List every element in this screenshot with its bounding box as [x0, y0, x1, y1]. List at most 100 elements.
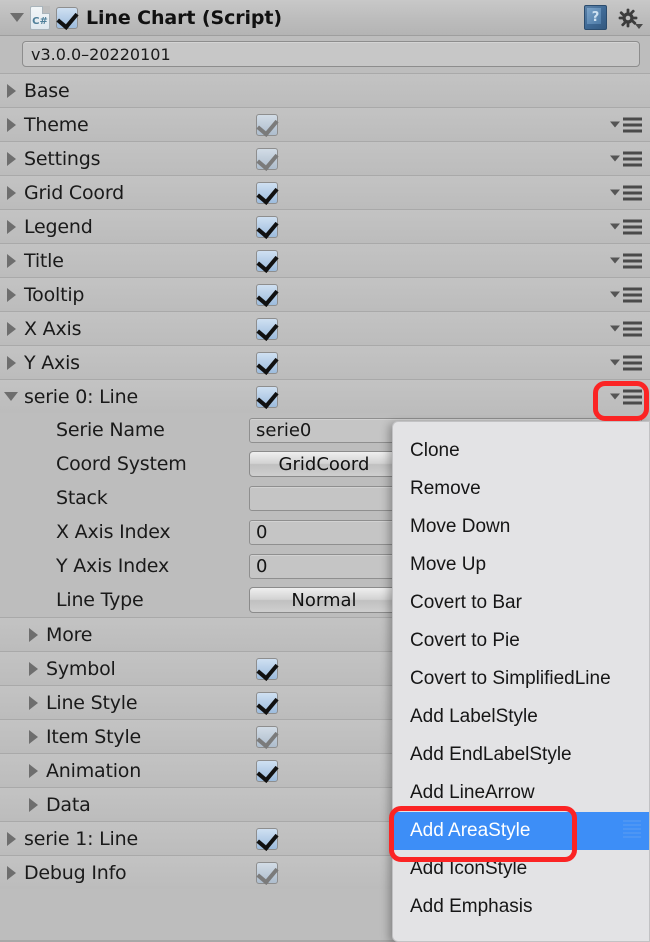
triangle-right-icon[interactable]: [6, 185, 16, 200]
menu-item-covert-to-pie[interactable]: Covert to Pie: [393, 622, 649, 660]
triangle-right-icon[interactable]: [6, 219, 16, 234]
row-label-more: More: [46, 623, 93, 646]
debug-info-checkbox[interactable]: [256, 861, 279, 885]
menu-item-clone[interactable]: Clone: [393, 432, 649, 470]
triangle-right-icon[interactable]: [28, 695, 38, 710]
check-tick-icon: [256, 351, 279, 375]
menu-item-add-emphasis[interactable]: Add Emphasis: [393, 888, 649, 926]
legend-menu-button[interactable]: [610, 219, 642, 234]
property-label-x-axis-index: X Axis Index: [56, 521, 171, 543]
item-style-checkbox[interactable]: [256, 725, 279, 749]
menu-item-label-add-linearrow: Add LineArrow: [410, 782, 535, 803]
x-axis-menu-button[interactable]: [610, 321, 642, 336]
title-menu-button[interactable]: [610, 253, 642, 268]
menu-item-remove[interactable]: Remove: [393, 470, 649, 508]
y-axis-menu-button[interactable]: [610, 355, 642, 370]
serie-0-line-menu-button[interactable]: [610, 389, 642, 404]
popup-value-coord-system: GridCoord: [278, 453, 370, 475]
triangle-right-icon[interactable]: [6, 355, 16, 370]
triangle-down-icon[interactable]: [10, 13, 24, 22]
triangle-right-icon[interactable]: [6, 83, 16, 98]
triangle-right-icon[interactable]: [28, 763, 38, 778]
triangle-right-icon[interactable]: [28, 661, 38, 676]
foldout-row-tooltip[interactable]: Tooltip: [0, 277, 650, 311]
property-label-y-axis-index: Y Axis Index: [56, 555, 170, 577]
menu-item-label-add-iconstyle: Add IconStyle: [410, 858, 528, 879]
check-tick-icon: [256, 283, 279, 307]
menu-item-move-down[interactable]: Move Down: [393, 508, 649, 546]
foldout-row-legend[interactable]: Legend: [0, 209, 650, 243]
serie-1-line-checkbox[interactable]: [256, 827, 279, 851]
dropdown-hamburger-icon: [610, 185, 642, 200]
popup-line-type[interactable]: Normal: [249, 587, 399, 613]
triangle-right-icon[interactable]: [6, 253, 16, 268]
menu-item-add-endlabelstyle[interactable]: Add EndLabelStyle: [393, 736, 649, 774]
menu-item-covert-to-bar[interactable]: Covert to Bar: [393, 584, 649, 622]
header-actions: ?: [584, 5, 644, 30]
triangle-right-icon[interactable]: [28, 729, 38, 744]
foldout-row-grid-coord[interactable]: Grid Coord: [0, 175, 650, 209]
grid-coord-menu-button[interactable]: [610, 185, 642, 200]
legend-checkbox[interactable]: [256, 215, 279, 239]
title-checkbox[interactable]: [256, 249, 279, 273]
foldout-row-theme[interactable]: Theme: [0, 107, 650, 141]
tooltip-menu-button[interactable]: [610, 287, 642, 302]
settings-menu-button[interactable]: [610, 151, 642, 166]
foldout-row-y-axis[interactable]: Y Axis: [0, 345, 650, 379]
foldout-row-settings[interactable]: Settings: [0, 141, 650, 175]
triangle-right-icon[interactable]: [28, 627, 38, 642]
csharp-script-icon: C#: [30, 5, 50, 30]
property-label-line-type: Line Type: [56, 589, 144, 611]
gear-dropdown-arrow-icon[interactable]: [635, 23, 643, 29]
component-enabled-checkbox[interactable]: [56, 6, 79, 30]
line-style-checkbox[interactable]: [256, 691, 279, 715]
menu-item-label-move-down: Move Down: [410, 516, 511, 537]
settings-checkbox[interactable]: [256, 147, 279, 171]
help-book-icon[interactable]: ?: [584, 5, 607, 30]
serie-0-line-checkbox[interactable]: [256, 385, 279, 409]
menu-item-move-up[interactable]: Move Up: [393, 546, 649, 584]
dropdown-hamburger-icon: [610, 355, 642, 370]
serie-context-menu[interactable]: Clone Remove Move Down Move Up Covert to Bar…: [392, 421, 650, 942]
menu-item-add-areastyle[interactable]: Add AreaStyle: [393, 812, 649, 850]
triangle-right-icon[interactable]: [28, 797, 38, 812]
triangle-right-icon[interactable]: [6, 151, 16, 166]
popup-coord-system[interactable]: GridCoord: [249, 451, 399, 477]
grid-coord-checkbox[interactable]: [256, 181, 279, 205]
animation-checkbox[interactable]: [256, 759, 279, 783]
y-axis-checkbox[interactable]: [256, 351, 279, 375]
triangle-right-icon[interactable]: [6, 117, 16, 132]
row-label-x-axis: X Axis: [24, 317, 82, 340]
input-value-x-axis-index: 0: [256, 521, 268, 543]
theme-checkbox[interactable]: [256, 113, 279, 137]
menu-item-add-iconstyle[interactable]: Add IconStyle: [393, 850, 649, 888]
menu-item-add-linearrow[interactable]: Add LineArrow: [393, 774, 649, 812]
dropdown-hamburger-icon: [610, 253, 642, 268]
check-tick-icon: [256, 181, 279, 205]
menu-item-covert-to-simplifiedline[interactable]: Covert to SimplifiedLine: [393, 660, 649, 698]
check-tick-icon: [256, 385, 279, 409]
triangle-down-icon[interactable]: [4, 392, 18, 401]
row-label-y-axis: Y Axis: [24, 351, 80, 374]
menu-item-add-labelstyle[interactable]: Add LabelStyle: [393, 698, 649, 736]
x-axis-checkbox[interactable]: [256, 317, 279, 341]
gear-icon[interactable]: [616, 6, 643, 30]
row-label-legend: Legend: [24, 215, 93, 238]
row-label-serie-1-line: serie 1: Line: [24, 827, 138, 850]
version-field[interactable]: v3.0.0–20220101: [22, 41, 640, 67]
triangle-right-icon[interactable]: [6, 865, 16, 880]
foldout-row-base[interactable]: Base: [0, 73, 650, 107]
csharp-icon-label: C#: [32, 15, 48, 27]
triangle-right-icon[interactable]: [6, 287, 16, 302]
triangle-right-icon[interactable]: [6, 831, 16, 846]
foldout-row-title[interactable]: Title: [0, 243, 650, 277]
symbol-checkbox[interactable]: [256, 657, 279, 681]
foldout-row-x-axis[interactable]: X Axis: [0, 311, 650, 345]
check-tick-icon: [56, 6, 79, 30]
property-label-coord-system: Coord System: [56, 453, 187, 475]
input-value-y-axis-index: 0: [256, 555, 268, 577]
theme-menu-button[interactable]: [610, 117, 642, 132]
tooltip-checkbox[interactable]: [256, 283, 279, 307]
triangle-right-icon[interactable]: [6, 321, 16, 336]
foldout-row-serie-0-line[interactable]: serie 0: Line: [0, 379, 650, 413]
